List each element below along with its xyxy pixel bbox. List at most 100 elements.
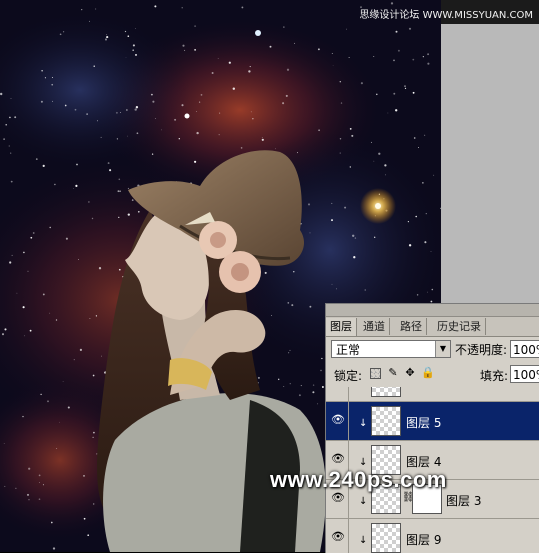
star [293, 271, 295, 273]
star [309, 305, 312, 308]
star [154, 117, 156, 119]
star [118, 268, 121, 271]
opacity-input[interactable]: 100% [510, 340, 539, 358]
chevron-down-icon[interactable]: ▼ [435, 341, 450, 357]
tab-channels[interactable]: 通道 [359, 318, 390, 335]
star [424, 134, 426, 136]
star [49, 226, 51, 229]
star [249, 66, 251, 68]
tab-history[interactable]: 历史记录 [433, 318, 486, 335]
star [101, 355, 103, 357]
eye-icon[interactable]: 👁 [331, 414, 345, 425]
star [240, 147, 243, 149]
layer-name[interactable]: 图层 3 [446, 492, 481, 509]
star [150, 93, 153, 96]
star [40, 100, 43, 103]
star [300, 385, 302, 387]
layer-name[interactable]: 图层 9 [406, 531, 441, 548]
star [9, 116, 11, 119]
visibility-cell[interactable]: 👁 [326, 402, 349, 440]
star [152, 100, 155, 103]
star [427, 62, 430, 65]
star [10, 152, 12, 154]
star [24, 335, 26, 337]
star [184, 49, 186, 51]
star [118, 178, 121, 181]
lock-brush-icon[interactable]: ✎ [387, 367, 399, 379]
eye-icon[interactable]: 👁 [331, 492, 345, 503]
star [96, 453, 98, 455]
blend-mode-value: 正常 [336, 343, 361, 357]
star [3, 138, 5, 140]
star [312, 384, 315, 386]
tab-layers[interactable]: 图层 [326, 318, 357, 336]
star [59, 421, 61, 423]
star [104, 38, 108, 41]
layer-row-9[interactable]: 👁 ↓ 图层 9 [326, 519, 539, 553]
star [331, 53, 333, 54]
star [407, 221, 409, 223]
star [353, 256, 356, 259]
star [351, 134, 354, 137]
star [56, 447, 58, 450]
star [339, 152, 341, 154]
star [8, 145, 10, 147]
star [395, 30, 398, 33]
star [286, 68, 290, 71]
star [271, 315, 273, 316]
star [264, 271, 267, 274]
star [181, 104, 184, 107]
star [98, 267, 102, 270]
star [136, 132, 139, 135]
star [298, 394, 301, 397]
star [52, 547, 56, 550]
star [318, 129, 320, 132]
star [16, 292, 18, 294]
star [360, 82, 363, 85]
star [431, 288, 434, 291]
star [10, 180, 13, 183]
layer-row-5[interactable]: 👁 ↓ 图层 5 [326, 402, 539, 441]
visibility-cell[interactable] [326, 387, 349, 401]
star [1, 333, 5, 336]
star [346, 28, 347, 30]
eye-icon[interactable]: 👁 [331, 531, 345, 542]
star [194, 49, 196, 51]
tab-paths[interactable]: 路径 [396, 318, 427, 335]
opacity-label: 不透明度: [455, 343, 508, 357]
star [397, 49, 400, 52]
eye-icon[interactable]: 👁 [331, 453, 345, 464]
layer-name[interactable]: 图层 5 [406, 414, 441, 431]
star [332, 65, 334, 66]
star [277, 378, 280, 381]
star [106, 34, 108, 36]
star [117, 190, 120, 193]
clip-arrow-icon: ↓ [359, 496, 368, 507]
star [59, 33, 62, 36]
panel-titlebar[interactable] [326, 304, 539, 317]
star [422, 56, 424, 58]
star [378, 152, 381, 155]
star [289, 383, 291, 385]
star [30, 236, 33, 239]
star [93, 431, 95, 434]
layer-row[interactable] [326, 387, 539, 402]
star [261, 136, 263, 138]
star [348, 57, 350, 59]
star [385, 174, 387, 176]
star [339, 80, 342, 83]
star [283, 26, 285, 28]
star [109, 169, 112, 172]
visibility-cell[interactable]: 👁 [326, 519, 349, 553]
star [312, 391, 315, 394]
lock-all-icon[interactable]: 🔒 [421, 367, 435, 379]
star [93, 65, 95, 67]
panel-tabs: 图层 通道 路径 历史记录 [326, 317, 539, 337]
lock-move-icon[interactable]: ✥ [404, 367, 416, 379]
star [78, 259, 80, 261]
star [35, 158, 38, 160]
fill-input[interactable]: 100% [510, 365, 539, 383]
lock-transparent-icon[interactable] [370, 368, 381, 379]
star [131, 199, 134, 201]
blend-mode-select[interactable]: 正常 ▼ [331, 340, 451, 358]
